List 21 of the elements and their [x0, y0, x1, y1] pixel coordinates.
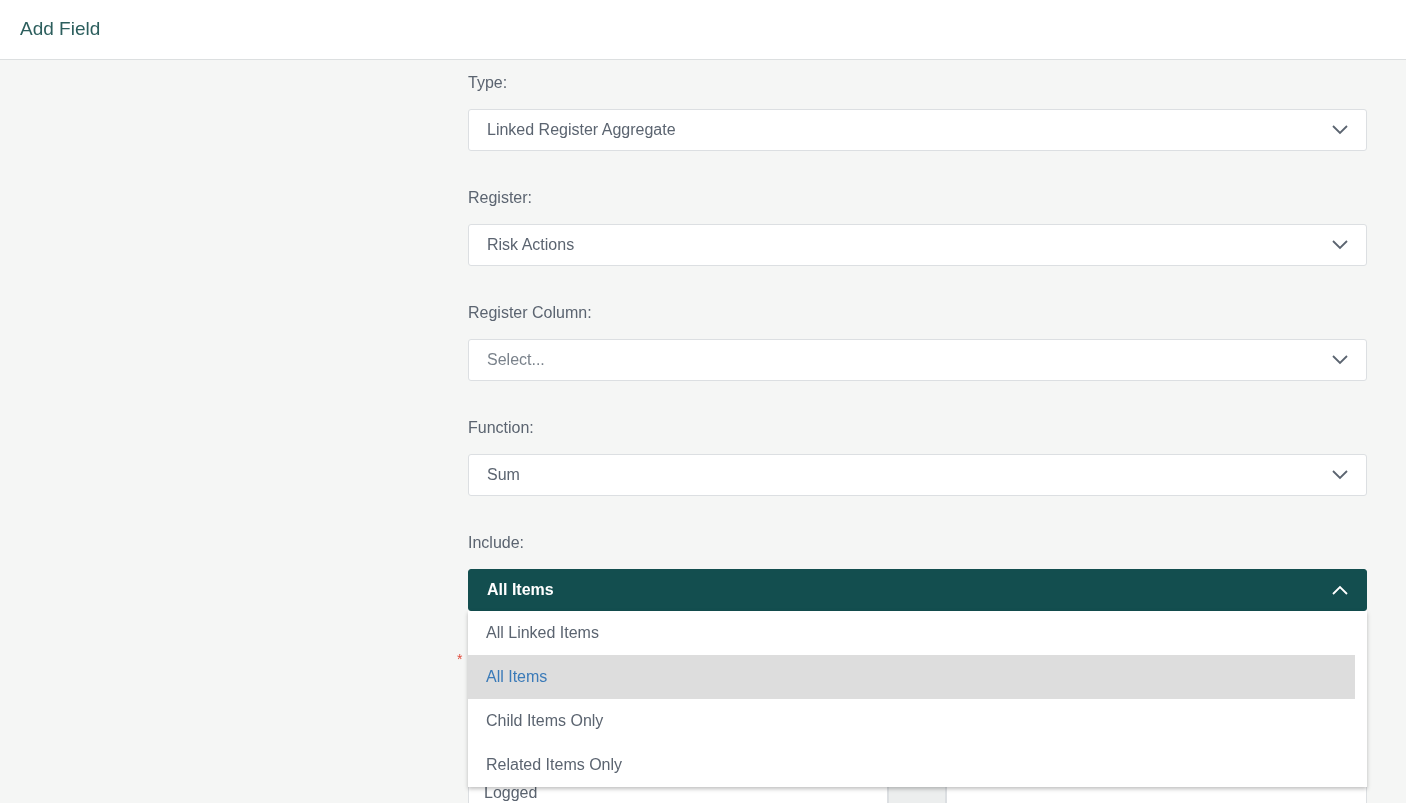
- dropdown-field[interactable]: Select...: [468, 339, 1367, 381]
- page-title: Add Field: [20, 17, 101, 42]
- dropdown-field[interactable]: Risk Actions: [468, 224, 1367, 266]
- chevron-down-icon: [1332, 355, 1348, 365]
- dropdown-field[interactable]: Sum: [468, 454, 1367, 496]
- chevron-down-icon: [1332, 240, 1348, 250]
- dropdown-option[interactable]: All Items: [468, 655, 1355, 699]
- dropdown-option[interactable]: Related Items Only: [468, 743, 1355, 787]
- field-label: Register Column:: [468, 304, 592, 321]
- dropdown-field[interactable]: All Items: [468, 569, 1367, 611]
- chevron-down-icon: [1332, 125, 1348, 135]
- field-label: Type:: [468, 74, 508, 91]
- field-label: Register:: [468, 189, 533, 206]
- dropdown-option[interactable]: All Linked Items: [468, 611, 1355, 655]
- chevron-down-icon: [1332, 470, 1348, 480]
- field-label: Include:: [468, 534, 525, 551]
- required-marker: *: [457, 650, 463, 669]
- field-label: Function:: [468, 419, 534, 436]
- dropdown-option[interactable]: Child Items Only: [468, 699, 1355, 743]
- dropdown-field[interactable]: Linked Register Aggregate: [468, 109, 1367, 151]
- chevron-up-icon: [1332, 585, 1348, 595]
